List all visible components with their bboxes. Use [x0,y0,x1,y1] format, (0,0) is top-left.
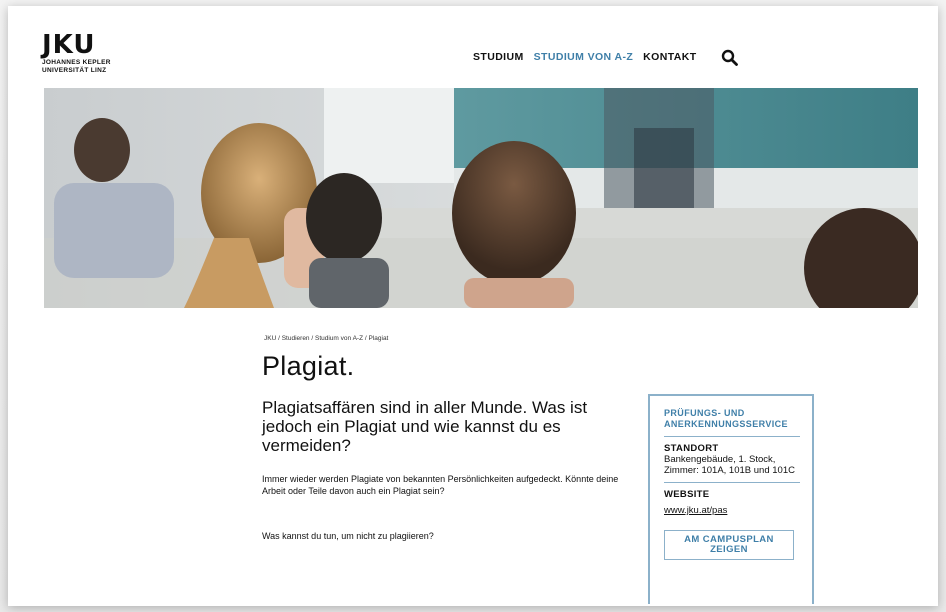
lead-heading: Plagiatsaffären sind in aller Munde. Was… [262,398,588,455]
jku-logo[interactable]: JKU JOHANNES KEPLER UNIVERSITÄT LINZ [42,32,152,74]
website-label: WEBSITE [664,489,710,500]
standort-text: Bankengebäude, 1. Stock, Zimmer: 101A, 1… [664,454,795,476]
campusplan-button[interactable]: AM CAMPUSPLAN ZEIGEN [664,530,794,560]
main-nav: STUDIUM STUDIUM VON A-Z KONTAKT [473,46,741,68]
logo-mark: JKU [42,30,96,60]
breadcrumb: JKU / Studieren / Studium von A-Z / Plag… [264,335,388,342]
question-paragraph: Was kannst du tun, um nicht zu plagiiere… [262,531,434,541]
breadcrumb-item-studieren[interactable]: Studieren [282,335,310,342]
logo-line-2: UNIVERSITÄT LINZ [42,67,107,74]
contact-box-title: PRÜFUNGS- UND ANERKENNUNGSSERVICE [664,408,788,429]
divider [664,436,800,437]
standort-label: STANDORT [664,443,719,454]
breadcrumb-item-jku[interactable]: JKU [264,335,276,342]
search-icon[interactable] [719,46,741,68]
website-link[interactable]: www.jku.at/pas [664,505,727,516]
breadcrumb-item-studium-von-a-z[interactable]: Studium von A-Z [315,335,363,342]
logo-line-1: JOHANNES KEPLER [42,59,111,66]
browser-page: JKU JOHANNES KEPLER UNIVERSITÄT LINZ STU… [8,6,938,606]
nav-studium[interactable]: STUDIUM [473,51,524,63]
intro-paragraph: Immer wieder werden Plagiate von bekannt… [262,474,619,496]
hero-image-lecture-hall [44,88,918,308]
contact-box: PRÜFUNGS- UND ANERKENNUNGSSERVICE STANDO… [648,394,814,604]
nav-kontakt[interactable]: KONTAKT [643,51,696,63]
page-title: Plagiat. [262,351,355,381]
breadcrumb-item-plagiat: Plagiat [368,335,389,342]
nav-studium-von-a-z[interactable]: STUDIUM VON A-Z [534,51,634,63]
divider [664,482,800,483]
